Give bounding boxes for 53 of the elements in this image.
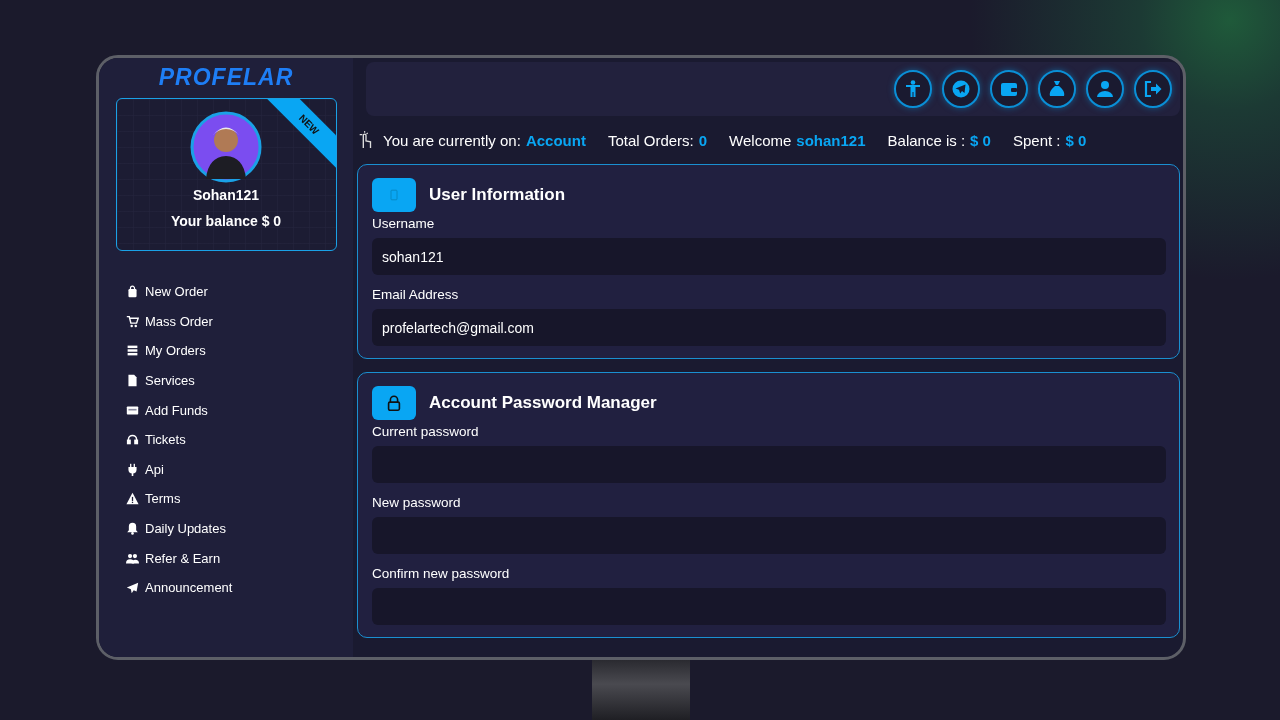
send-icon xyxy=(126,581,139,595)
phone-icon xyxy=(372,178,416,212)
input-field[interactable]: profelartech@gmail.com xyxy=(372,309,1166,346)
card-title: User Information xyxy=(429,185,566,205)
nav-item[interactable]: Refer & Earn xyxy=(126,543,353,573)
input-field[interactable]: sohan121 xyxy=(372,238,1166,275)
plug-icon xyxy=(126,462,139,476)
bell-icon xyxy=(126,522,139,536)
lock-icon xyxy=(372,386,416,420)
nav-item[interactable]: Tickets xyxy=(126,424,353,455)
wallet-icon[interactable] xyxy=(990,70,1028,108)
nav-item[interactable]: My Orders xyxy=(126,336,353,366)
brand-logo: PROFELAR xyxy=(158,64,294,91)
status-label: You are currently on: xyxy=(383,131,521,149)
document-icon xyxy=(126,374,139,388)
profile-name: Sohan121 xyxy=(192,187,260,203)
field-label: Confirm new password xyxy=(372,566,511,581)
status-value: Account xyxy=(525,131,586,149)
nav-item[interactable]: Terms xyxy=(126,484,353,514)
nav-item[interactable]: Mass Order xyxy=(126,306,353,337)
nav-item[interactable]: New Order xyxy=(126,277,353,307)
warning-icon xyxy=(126,492,139,506)
status-value: $ 0 xyxy=(970,131,991,149)
nav-item[interactable]: Api xyxy=(126,454,353,485)
send-icon[interactable] xyxy=(942,70,980,108)
profile-balance: Your balance $ 0 xyxy=(170,213,282,229)
avatar-icon xyxy=(190,111,262,183)
nav-item[interactable]: Announcement xyxy=(126,572,353,603)
status-value: 0 xyxy=(698,131,708,149)
list-icon xyxy=(126,344,139,358)
status-label: Total Orders: xyxy=(607,131,694,149)
user-icon[interactable] xyxy=(1086,70,1124,108)
cart-icon xyxy=(126,314,139,328)
bag-icon xyxy=(126,285,139,299)
nav-item[interactable]: Daily Updates xyxy=(126,513,353,544)
card-icon xyxy=(126,403,139,417)
headset-icon xyxy=(126,433,139,447)
status-label: Balance is : xyxy=(887,131,966,149)
field-label: New password xyxy=(372,495,462,510)
nav-item[interactable]: Services xyxy=(126,365,353,396)
users-icon xyxy=(126,551,139,565)
status-value: sohan121 xyxy=(796,131,866,149)
card-title: Account Password Manager xyxy=(429,393,657,413)
field-label: Email Address xyxy=(372,287,460,302)
nav-item[interactable]: Add Funds xyxy=(126,395,353,425)
logout-icon[interactable] xyxy=(1134,70,1172,108)
field-label: Username xyxy=(372,216,436,231)
field-label: Current password xyxy=(372,424,480,439)
status-value: $ 0 xyxy=(1065,131,1087,149)
money-bag-icon[interactable] xyxy=(1038,70,1076,108)
status-label: Spent : xyxy=(1012,131,1061,149)
status-label: Welcome xyxy=(729,131,792,149)
person-icon[interactable] xyxy=(894,70,932,108)
